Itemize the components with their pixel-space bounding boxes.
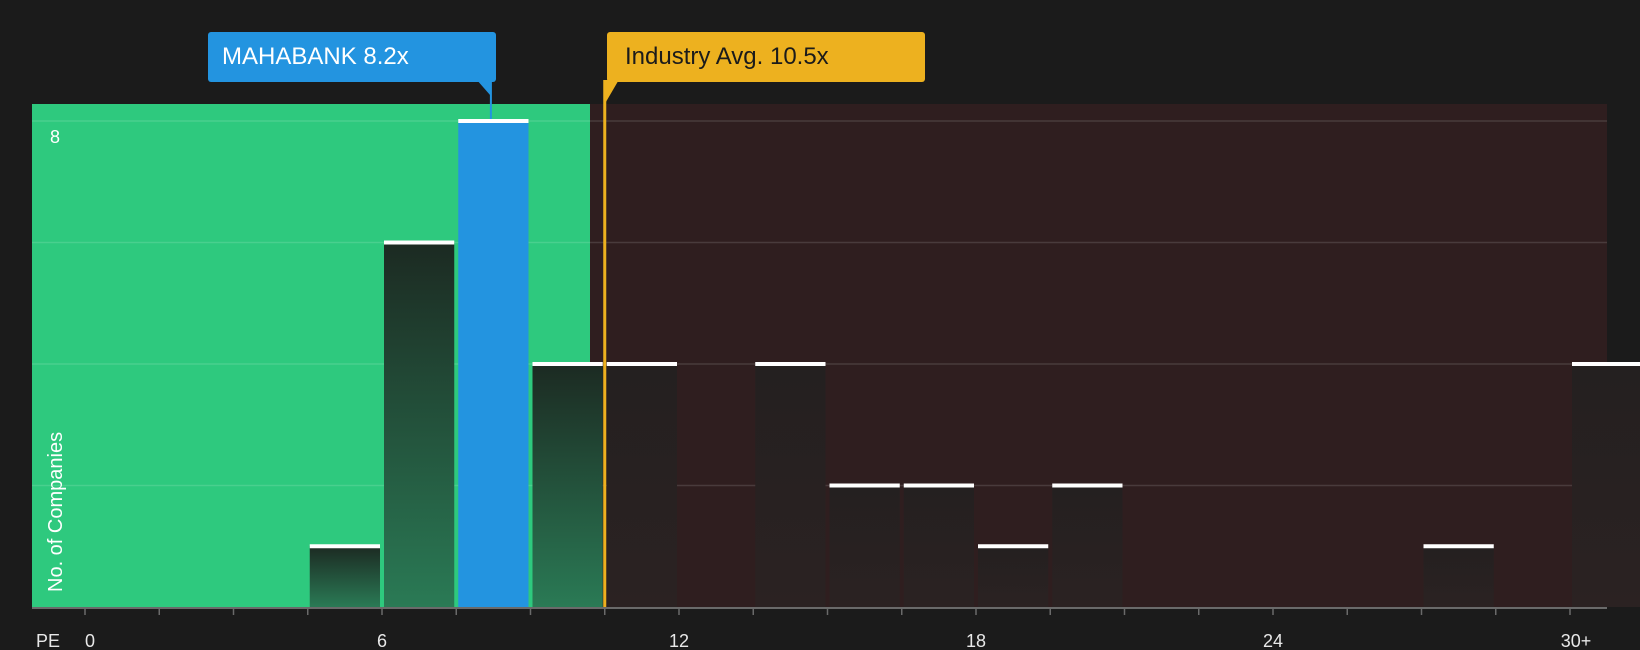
histogram-bar	[384, 242, 455, 607]
histogram-bar	[606, 364, 677, 607]
histogram-bar	[458, 121, 529, 607]
bar-top-marker	[384, 240, 455, 245]
bar-top-marker	[309, 544, 380, 549]
pe-histogram-chart: 0 6 12 18 24 30+ PE 8 No. of Companies	[32, 80, 1640, 650]
histogram-bar	[1052, 485, 1123, 607]
histogram-bar	[309, 546, 380, 607]
bar-top-marker	[532, 362, 603, 366]
bar-top-marker	[829, 483, 900, 488]
company-callout-pointer	[476, 80, 491, 96]
x-tick-label: 0	[85, 631, 95, 650]
histogram-bar	[978, 546, 1049, 607]
histogram-bar	[903, 485, 974, 607]
bar-top-marker	[1423, 544, 1494, 549]
histogram-bar	[1572, 364, 1640, 607]
x-tick-label: 12	[669, 631, 689, 650]
x-tick-label: 30+	[1561, 631, 1592, 650]
x-tick-label: 18	[966, 631, 986, 650]
bar-top-marker	[978, 544, 1049, 549]
histogram-bar	[755, 364, 826, 607]
industry-callout-pointer	[604, 80, 619, 104]
bar-top-marker	[903, 483, 974, 488]
y-axis-title: No. of Companies	[45, 432, 67, 592]
histogram-bar	[829, 485, 900, 607]
x-tick-label: 6	[377, 631, 387, 650]
bar-top-marker	[1052, 483, 1123, 488]
x-axis-title: PE	[36, 631, 60, 650]
bar-top-marker	[755, 362, 826, 366]
histogram-bar	[1423, 546, 1494, 607]
x-tick-label: 24	[1263, 631, 1283, 650]
bar-top-marker	[606, 362, 677, 366]
bar-top-marker	[1572, 362, 1640, 366]
histogram-bar	[532, 364, 603, 607]
bar-top-marker	[458, 119, 529, 123]
y-tick-label: 8	[50, 127, 60, 147]
